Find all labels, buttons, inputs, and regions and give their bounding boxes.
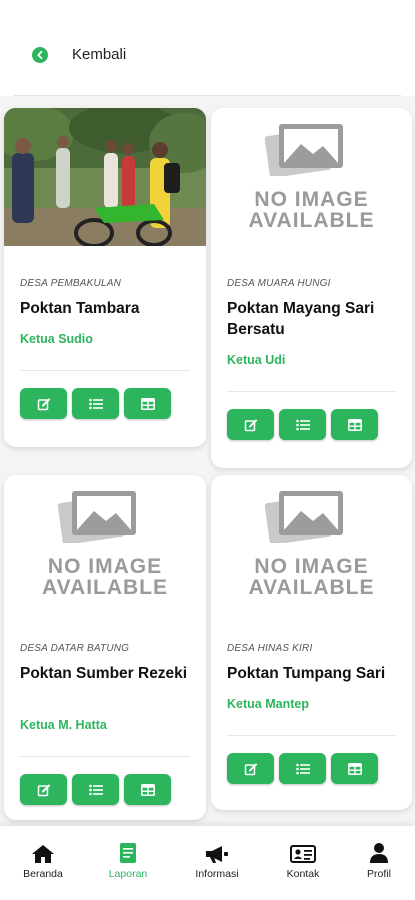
- nav-item-kontak[interactable]: Kontak: [263, 840, 343, 880]
- nav-item-profil[interactable]: Profil: [339, 840, 415, 880]
- nav-label: Profil: [367, 868, 391, 880]
- megaphone-icon: [206, 846, 228, 863]
- ketua-label: Ketua Sudio: [20, 332, 93, 346]
- table-button[interactable]: [124, 388, 171, 419]
- table-icon: [140, 783, 155, 796]
- edit-button[interactable]: [20, 388, 67, 419]
- card-divider: [227, 391, 396, 392]
- nav-item-beranda[interactable]: Beranda: [3, 840, 83, 880]
- poktan-title: Poktan Sumber Rezeki: [20, 665, 188, 682]
- nav-label: Beranda: [23, 868, 63, 880]
- no-image-text-line2: AVAILABLE: [248, 576, 375, 599]
- poktan-title: Poktan Tumpang Sari: [227, 665, 386, 682]
- bottom-nav: Beranda Laporan Informasi Kontak Profil: [0, 826, 415, 900]
- card-actions: [20, 388, 171, 419]
- field-photo: [4, 108, 206, 246]
- user-icon: [370, 843, 388, 863]
- poktan-card[interactable]: DESA PEMBAKULAN Poktan Tambara Ketua Sud…: [4, 108, 206, 447]
- card-divider: [20, 756, 190, 757]
- table-icon: [347, 418, 362, 431]
- back-label: Kembali: [72, 46, 127, 63]
- nav-item-laporan[interactable]: Laporan: [88, 840, 168, 880]
- list-icon: [88, 784, 103, 795]
- list-button[interactable]: [279, 409, 326, 440]
- no-image-placeholder: NO IMAGE AVAILABLE: [211, 475, 412, 613]
- nav-item-informasi[interactable]: Informasi: [177, 840, 257, 880]
- no-image-text-line2: AVAILABLE: [41, 576, 169, 599]
- list-button[interactable]: [72, 774, 119, 805]
- contact-card-icon: [290, 845, 316, 863]
- no-image-text-line2: AVAILABLE: [248, 209, 375, 232]
- list-icon: [88, 398, 103, 409]
- list-icon: [295, 763, 310, 774]
- image-placeholder-icon: [57, 491, 136, 543]
- back-arrow-icon: [32, 46, 48, 63]
- list-icon: [295, 419, 310, 430]
- card-actions: [227, 409, 378, 440]
- list-button[interactable]: [72, 388, 119, 419]
- edit-button[interactable]: [227, 753, 274, 784]
- back-button[interactable]: Kembali: [32, 46, 126, 63]
- poktan-title: Poktan Tambara: [20, 300, 140, 317]
- ketua-label: Ketua Mantep: [227, 697, 309, 711]
- nav-label: Informasi: [195, 868, 239, 880]
- header-divider: [14, 95, 401, 96]
- ketua-label: Ketua Udi: [227, 353, 286, 367]
- table-button[interactable]: [124, 774, 171, 805]
- poktan-card[interactable]: NO IMAGE AVAILABLE DESA HINAS KIRI Pokta…: [211, 475, 412, 810]
- list-button[interactable]: [279, 753, 326, 784]
- table-icon: [347, 762, 362, 775]
- edit-button[interactable]: [20, 774, 67, 805]
- image-placeholder-icon: [264, 491, 343, 543]
- poktan-title: Poktan Mayang Sari Bersatu: [227, 300, 375, 338]
- card-divider: [20, 370, 190, 371]
- card-divider: [227, 735, 396, 736]
- top-bar: Kembali: [0, 0, 415, 96]
- edit-button[interactable]: [227, 409, 274, 440]
- poktan-card[interactable]: NO IMAGE AVAILABLE DESA MUARA HUNGI Pokt…: [211, 108, 412, 468]
- nav-label: Laporan: [108, 868, 148, 880]
- desa-label: DESA MUARA HUNGI: [227, 278, 331, 289]
- desa-label: DESA HINAS KIRI: [227, 643, 313, 654]
- edit-icon: [37, 784, 50, 796]
- edit-icon: [37, 398, 50, 410]
- table-icon: [140, 397, 155, 410]
- table-button[interactable]: [331, 753, 378, 784]
- edit-icon: [244, 419, 257, 431]
- card-actions: [20, 774, 171, 805]
- poktan-card[interactable]: NO IMAGE AVAILABLE DESA DATAR BATUNG Pok…: [4, 475, 206, 820]
- table-button[interactable]: [331, 409, 378, 440]
- desa-label: DESA PEMBAKULAN: [20, 278, 121, 289]
- edit-icon: [244, 763, 257, 775]
- no-image-placeholder: NO IMAGE AVAILABLE: [211, 108, 412, 246]
- ketua-label: Ketua M. Hatta: [20, 718, 107, 732]
- report-icon: [120, 843, 136, 863]
- home-icon: [32, 845, 54, 863]
- nav-label: Kontak: [286, 868, 320, 880]
- image-placeholder-icon: [264, 124, 343, 176]
- desa-label: DESA DATAR BATUNG: [20, 643, 130, 654]
- no-image-placeholder: NO IMAGE AVAILABLE: [4, 475, 206, 613]
- card-actions: [227, 753, 378, 784]
